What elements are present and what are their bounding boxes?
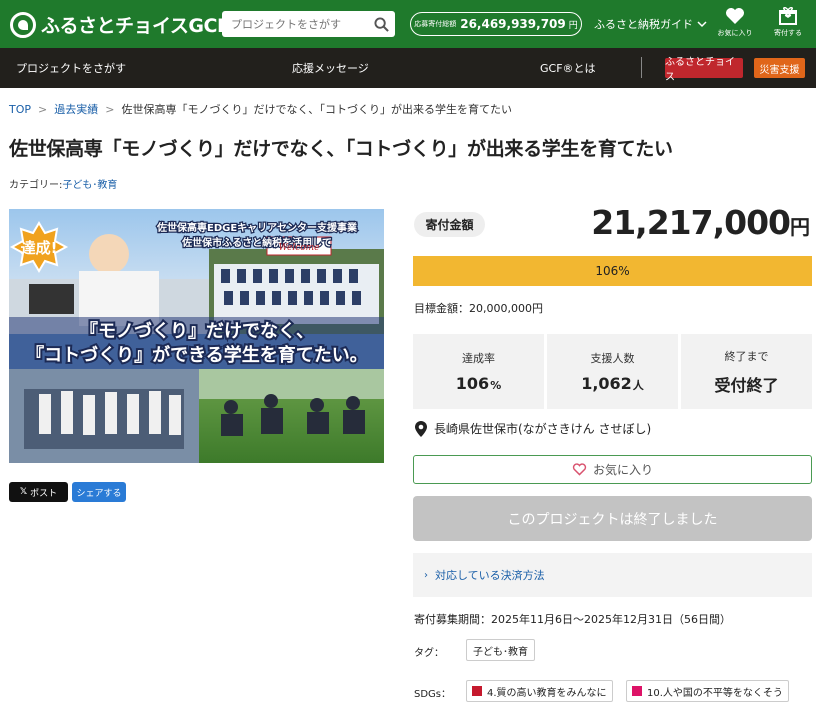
- sdg-chip-4[interactable]: 4.質の高い教育をみんなに: [466, 680, 613, 702]
- add-favorite-button[interactable]: お気に入り: [413, 455, 812, 484]
- breadcrumb-top[interactable]: TOP: [9, 103, 31, 116]
- search-box: [222, 11, 395, 37]
- donation-period: 寄付募集期間：2025年11月6日～2025年12月31日（56日間）: [414, 613, 731, 626]
- sdg-10-label: 10.人や国の不平等をなくそう: [647, 687, 783, 699]
- sdg-4-label: 4.質の高い教育をみんなに: [487, 687, 607, 699]
- image-caption-line1: 佐世保高専EDGEキャリアセンター支援事業: [156, 221, 358, 234]
- nav-about-gcf[interactable]: GCF®とは: [540, 60, 596, 76]
- total-donation-amount: 26,469,939,709: [460, 17, 566, 31]
- payment-methods-toggle[interactable]: › 対応している決済方法: [413, 553, 812, 597]
- total-donation-badge: 応募寄付総額 26,469,939,709 円: [410, 12, 582, 36]
- header-bar: ふるさとチョイスGCF 応募寄付総額 26,469,939,709 円 ふるさと…: [0, 0, 816, 48]
- sdg-10-icon: [632, 686, 642, 696]
- logo-text: ふるさとチョイスGCF: [41, 15, 230, 37]
- stats-panel: 達成率 106% 支援人数 1,062人 終了まで 受付終了: [413, 334, 812, 409]
- total-donation-unit: 円: [568, 20, 578, 31]
- location-text: 長崎県佐世保市(ながさきけん させぼし): [434, 422, 652, 436]
- category-label: カテゴリー:: [9, 180, 63, 191]
- breadcrumb-current: 佐世保高専「モノづくり」だけでなく､「コトづくり」が出来る学生を育てたい: [121, 103, 512, 116]
- favorites-label: お気に入り: [717, 29, 753, 37]
- breadcrumb: TOP > 過去実績 > 佐世保高専「モノづくり」だけでなく､「コトづくり」が出来る学生…: [9, 101, 512, 117]
- achieved-badge: 達成!: [21, 239, 58, 257]
- project-main-image: 達成! 佐世保高専EDGEキャリアセンター支援事業 佐世保市ふるさと納税を活用し…: [9, 209, 384, 463]
- sdg-chip-10[interactable]: 10.人や国の不平等をなくそう: [626, 680, 789, 702]
- progress-bar: 106%: [413, 256, 812, 286]
- stat-label: 支援人数: [590, 352, 635, 365]
- donate-label: 寄付する: [774, 29, 802, 37]
- image-headline-2: 『コトづくり』ができる学生を育てたい。: [26, 344, 368, 366]
- breadcrumb-separator: >: [105, 103, 115, 116]
- sdg-4-icon: [472, 686, 482, 696]
- stat-value: 106%: [455, 374, 502, 393]
- nav-disaster-support-button[interactable]: 災害支援: [754, 58, 805, 78]
- map-pin-icon: [415, 420, 427, 437]
- chevron-right-icon: ›: [424, 569, 428, 581]
- nav-divider: [641, 57, 642, 78]
- tag-chip[interactable]: 子ども･教育: [466, 639, 535, 661]
- donation-amount-value: 21,217,000: [591, 203, 791, 242]
- breadcrumb-separator: >: [38, 103, 48, 116]
- progress-percent: 106%: [595, 264, 630, 278]
- logo-mark-icon: [10, 11, 36, 38]
- nav-support-messages[interactable]: 応援メッセージ: [292, 60, 369, 76]
- chevron-down-icon: [697, 21, 707, 28]
- project-ended-button: このプロジェクトは終了しました: [413, 496, 812, 541]
- sdgs-label: SDGs：: [414, 689, 452, 700]
- share-x-button[interactable]: 𝕏 ポスト: [9, 482, 68, 502]
- page-title: 佐世保高専「モノづくり」だけでなく､「コトづくり」が出来る学生を育てたい: [9, 138, 673, 160]
- stat-supporters: 支援人数 1,062人: [547, 334, 678, 409]
- search-input[interactable]: [222, 12, 368, 36]
- image-headline-1: 『モノづくり』だけでなく、: [80, 320, 314, 342]
- donate-link[interactable]: 寄付する: [767, 7, 809, 38]
- donation-amount-label: 寄付金額: [414, 212, 485, 237]
- heart-outline-icon: [572, 463, 587, 476]
- payment-methods-label: 対応している決済方法: [435, 569, 545, 582]
- stat-time-remaining: 終了まで 受付終了: [681, 334, 812, 409]
- category-link[interactable]: 子ども･教育: [62, 180, 117, 191]
- target-amount: 目標金額：20,000,000円: [414, 302, 543, 315]
- stat-value: 1,062人: [581, 374, 644, 393]
- favorite-label: お気に入り: [592, 463, 653, 477]
- heart-icon: [726, 8, 744, 24]
- guide-label: ふるさと納税ガイド: [594, 18, 693, 31]
- stat-label: 終了まで: [724, 349, 769, 363]
- breadcrumb-past[interactable]: 過去実績: [54, 103, 98, 116]
- donation-amount: 21,217,000円: [591, 203, 810, 242]
- donation-amount-unit: 円: [790, 215, 810, 239]
- total-donation-label: 応募寄付総額: [414, 20, 457, 28]
- project-photo-collage: 達成! 佐世保高専EDGEキャリアセンター支援事業 佐世保市ふるさと納税を活用し…: [9, 209, 384, 463]
- stat-achievement-rate: 達成率 106%: [413, 334, 544, 409]
- location: 長崎県佐世保市(ながさきけん させぼし): [415, 420, 651, 437]
- gift-box-icon: [779, 7, 797, 25]
- tag-label: タグ：: [414, 648, 444, 659]
- stat-value: 受付終了: [714, 375, 779, 395]
- nav-find-projects[interactable]: プロジェクトをさがす: [16, 60, 126, 76]
- favorites-link[interactable]: お気に入り: [714, 7, 756, 38]
- search-icon[interactable]: [368, 11, 394, 37]
- category: カテゴリー:子ども･教育: [9, 176, 117, 191]
- stat-label: 達成率: [462, 352, 495, 365]
- nav-furusato-choice-button[interactable]: ふるさとチョイス: [665, 57, 743, 83]
- welcome-sign: Welcome: [278, 243, 319, 253]
- main-nav: プロジェクトをさがす 応援メッセージ GCF®とは ふるさとチョイス 災害支援: [0, 48, 816, 88]
- furusato-guide-menu[interactable]: ふるさと納税ガイド: [594, 16, 707, 32]
- x-logo-icon: 𝕏: [19, 487, 28, 497]
- share-facebook-button[interactable]: シェアする: [72, 482, 126, 502]
- share-x-label: ポスト: [30, 488, 58, 499]
- site-logo[interactable]: ふるさとチョイスGCF: [10, 11, 230, 38]
